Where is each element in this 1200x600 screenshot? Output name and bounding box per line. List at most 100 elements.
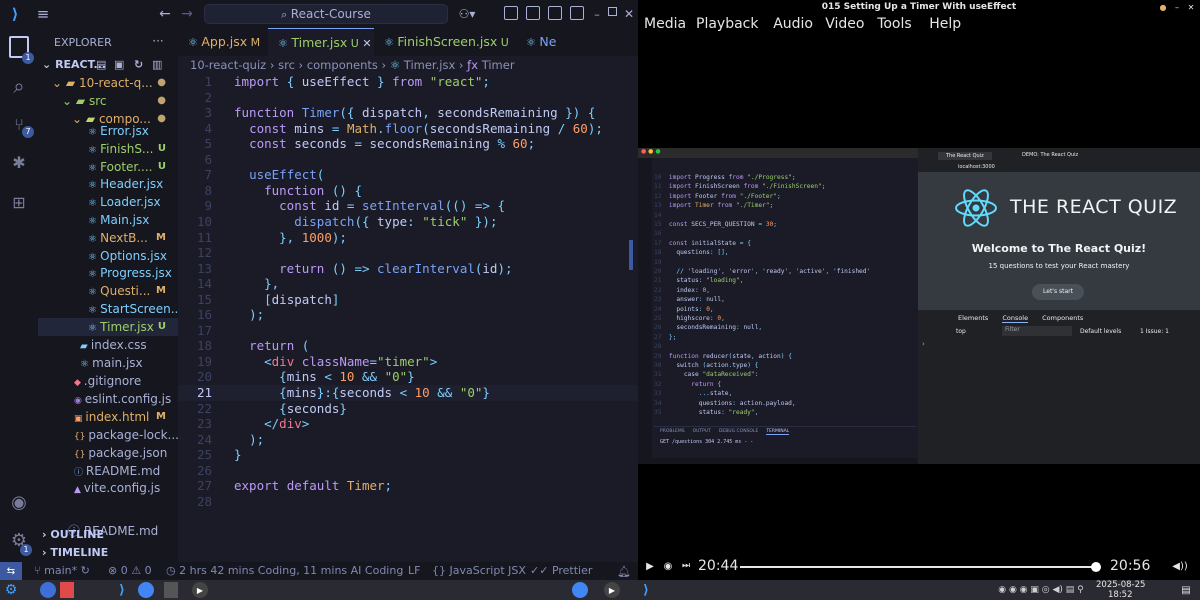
- file-row[interactable]: ▰ index.css: [38, 336, 178, 354]
- file-row[interactable]: ◆ .gitignore: [38, 372, 178, 390]
- search-sidebar-icon[interactable]: ⌕: [9, 74, 29, 98]
- maximize-icon[interactable]: [608, 7, 617, 16]
- more-actions-icon[interactable]: ···: [150, 34, 166, 48]
- taskbar-app-icon[interactable]: [60, 582, 74, 598]
- player-menu-item[interactable]: Playback: [696, 16, 758, 32]
- branch-item[interactable]: ⑂ main* ↻: [34, 564, 90, 577]
- taskbar-chrome-icon[interactable]: [138, 582, 154, 598]
- code-editor[interactable]: 1 import { useEffect } from "react"; 2 3 fun…: [178, 74, 638, 514]
- code-line[interactable]: 12: [178, 245, 638, 261]
- coding-time-item[interactable]: ◷ 2 hrs 42 mins Coding, 11 mins AI Codin…: [166, 564, 403, 577]
- file-row[interactable]: ⚛ main.jsx: [38, 354, 178, 372]
- code-line[interactable]: 17: [178, 323, 638, 339]
- file-row[interactable]: ⚛ Questi... M: [38, 282, 178, 300]
- menu-icon[interactable]: ≡: [34, 5, 52, 23]
- file-row[interactable]: ◉ eslint.config.js: [38, 390, 178, 408]
- forward-arrow-icon[interactable]: →: [178, 5, 196, 23]
- refresh-icon[interactable]: ↻: [134, 56, 143, 74]
- file-row[interactable]: ⚛ Progress.jsx: [38, 264, 178, 282]
- code-line[interactable]: 18 return (: [178, 338, 638, 354]
- code-line[interactable]: 10 dispatch({ type: "tick" });: [178, 214, 638, 230]
- stop-icon[interactable]: ◉: [660, 558, 676, 574]
- code-line[interactable]: 2: [178, 90, 638, 106]
- close-icon[interactable]: ✕: [622, 5, 636, 23]
- code-line[interactable]: 5 const seconds = secondsRemaining % 60;: [178, 136, 638, 152]
- code-line[interactable]: 22 {seconds}: [178, 401, 638, 417]
- code-line[interactable]: 11 }, 1000);: [178, 230, 638, 246]
- taskbar-vscode-icon[interactable]: ⟩: [638, 582, 654, 598]
- code-line[interactable]: 28: [178, 494, 638, 510]
- taskbar-player-icon[interactable]: ▶: [604, 582, 620, 598]
- code-line[interactable]: 14 },: [178, 276, 638, 292]
- file-row[interactable]: {} package-lock...: [38, 426, 178, 444]
- toggle-panel-icon[interactable]: [526, 6, 540, 20]
- player-close-icon[interactable]: ✕: [1186, 2, 1196, 12]
- folder-row-quiz[interactable]: ⌄ ▰ 10-react-q... ●: [38, 74, 178, 92]
- editor-tab[interactable]: ⚛ Ne: [516, 28, 567, 56]
- code-line[interactable]: 7 useEffect(: [178, 167, 638, 183]
- seek-knob[interactable]: [1091, 562, 1102, 572]
- folder-row-src[interactable]: ⌄ ▰ src ●: [38, 92, 178, 110]
- eol-item[interactable]: LF: [408, 564, 420, 577]
- skip-icon[interactable]: ⏭︎: [678, 558, 694, 574]
- back-arrow-icon[interactable]: ←: [156, 5, 174, 23]
- code-line[interactable]: 21 {mins}:{seconds < 10 && "0"}: [178, 385, 638, 401]
- editor-tab[interactable]: ⚛ FinishScreen.jsx U: [374, 28, 519, 56]
- taskbar-player-icon[interactable]: ▶: [192, 582, 208, 598]
- code-line[interactable]: 26: [178, 463, 638, 479]
- code-line[interactable]: 19 <div className="timer">: [178, 354, 638, 370]
- file-row[interactable]: ⚛ Error.jsx: [38, 122, 178, 140]
- file-row[interactable]: ⚛ StartScreen...: [38, 300, 178, 318]
- file-row[interactable]: ▣ index.html M: [38, 408, 178, 426]
- code-line[interactable]: 4 const mins = Math.floor(secondsRemaini…: [178, 121, 638, 137]
- editor-tab[interactable]: ⚛ Timer.jsx U ✕: [268, 28, 382, 56]
- file-row[interactable]: ⚛ Main.jsx: [38, 211, 178, 229]
- file-row[interactable]: ⚛ NextB... M: [38, 229, 178, 247]
- minimize-icon[interactable]: –: [590, 5, 604, 23]
- player-dot-icon[interactable]: ●: [1158, 2, 1168, 12]
- tree-root-row[interactable]: ⌄ REACT... ▤ ▣ ↻ ▥: [38, 56, 178, 74]
- file-row[interactable]: ⚛ FinishS... U: [38, 140, 178, 158]
- layout-icon[interactable]: [570, 6, 584, 20]
- code-line[interactable]: 9 const id = setInterval(() => {: [178, 198, 638, 214]
- file-row[interactable]: ⚛ Timer.jsx U: [38, 317, 178, 336]
- code-line[interactable]: 13 return () => clearInterval(id);: [178, 261, 638, 277]
- code-line[interactable]: 3 function Timer({ dispatch, secondsRemai…: [178, 105, 638, 121]
- play-icon[interactable]: ▶: [642, 558, 658, 574]
- toggle-secondary-sidebar-icon[interactable]: [548, 6, 562, 20]
- taskbar-terminal-icon[interactable]: [164, 582, 178, 598]
- notifications-bell-icon[interactable]: 🔔︎: [616, 562, 632, 580]
- file-row[interactable]: ⚛ Header.jsx: [38, 175, 178, 193]
- file-row[interactable]: {} package.json: [38, 444, 178, 462]
- code-line[interactable]: 25}: [178, 447, 638, 463]
- file-row[interactable]: ▲ vite.config.js: [38, 479, 178, 497]
- new-file-icon[interactable]: ▤: [96, 56, 106, 74]
- toggle-sidebar-icon[interactable]: [504, 6, 518, 20]
- code-line[interactable]: 20 {mins < 10 && "0"}: [178, 369, 638, 385]
- tray-icons[interactable]: ◉ ◉ ◉ ▣ ◎ ◀) ▤ ⚲: [986, 583, 1096, 597]
- file-row[interactable]: ⓘ README.md: [38, 462, 178, 480]
- file-row[interactable]: ⚛ Footer.... U: [38, 158, 178, 176]
- new-folder-icon[interactable]: ▣: [114, 56, 124, 74]
- outline-section[interactable]: › OUTLINE: [42, 528, 104, 541]
- player-minimize-icon[interactable]: –: [1172, 2, 1182, 12]
- volume-icon[interactable]: ◀)): [1168, 558, 1192, 574]
- breadcrumb-item[interactable]: components: [307, 58, 378, 72]
- command-search-box[interactable]: ⌕ React-Course: [204, 4, 448, 24]
- code-line[interactable]: 8 function () {: [178, 183, 638, 199]
- code-line[interactable]: 16 );: [178, 307, 638, 323]
- code-line[interactable]: 15 [dispatch]: [178, 292, 638, 308]
- formatter-item[interactable]: ✓✓ Prettier: [530, 564, 592, 577]
- player-menu-item[interactable]: Audio: [773, 16, 813, 32]
- editor-tab[interactable]: ⚛ App.jsx M: [178, 28, 271, 56]
- breadcrumb-item[interactable]: Timer: [482, 58, 515, 72]
- taskbar-app-icon[interactable]: [40, 582, 56, 598]
- problems-item[interactable]: ⊗ 0 ⚠ 0: [108, 564, 152, 577]
- timeline-section[interactable]: › TIMELINE: [42, 546, 108, 559]
- code-line[interactable]: 24 );: [178, 432, 638, 448]
- code-line[interactable]: 1 import { useEffect } from "react";: [178, 74, 638, 90]
- accounts-icon[interactable]: ◉: [9, 492, 29, 513]
- extensions-icon[interactable]: ⊞: [9, 192, 29, 212]
- run-debug-icon[interactable]: ✱: [9, 152, 29, 172]
- taskbar-vscode-icon[interactable]: ⟩: [114, 582, 130, 598]
